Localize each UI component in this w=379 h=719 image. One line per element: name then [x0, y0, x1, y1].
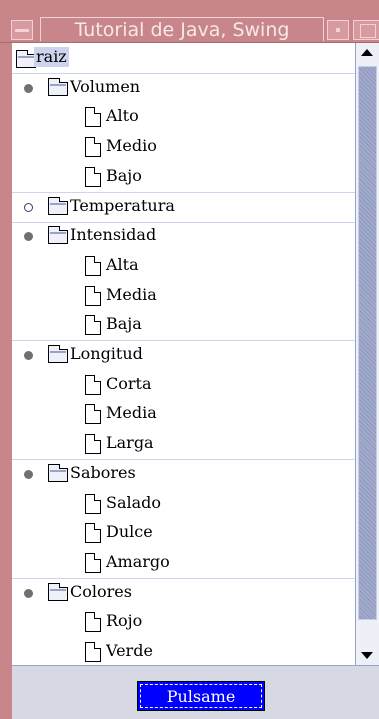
tree-leaf-row[interactable]: Medio [12, 132, 355, 162]
folder-icon [48, 77, 68, 96]
tree-leaf-label: Media [106, 403, 157, 423]
tree-leaf-row[interactable]: Baja [12, 310, 355, 342]
tree-leaf-label: Medio [106, 136, 157, 156]
document-icon [85, 315, 101, 336]
tree-root-label: raiz [34, 47, 69, 67]
tree-node-row[interactable]: Temperatura [12, 192, 355, 223]
document-icon [85, 285, 101, 306]
document-icon [85, 107, 101, 128]
expanded-handle-icon[interactable] [24, 469, 33, 479]
scroll-up-button[interactable] [356, 43, 379, 63]
tree-node-row[interactable]: Longitud [12, 340, 355, 370]
tree-leaf-row[interactable]: Corta [12, 370, 355, 400]
tree-leaf-row[interactable]: Salado [12, 489, 355, 519]
tree-node-row[interactable]: Sabores [12, 459, 355, 489]
tree-leaf-row[interactable]: Amargo [12, 548, 355, 579]
tree-node-label: Sabores [70, 462, 136, 482]
folder-icon [48, 582, 68, 601]
tree-leaf-label: Media [106, 284, 157, 304]
folder-icon [48, 345, 68, 363]
document-icon [85, 434, 101, 455]
folder-icon [48, 196, 68, 215]
scrollbar-thumb[interactable] [358, 66, 377, 620]
folder-icon [16, 50, 36, 68]
tree-leaf-label: Larga [106, 433, 154, 453]
pulsame-button[interactable]: Pulsame [137, 681, 265, 711]
tree-leaf-row[interactable]: Media [12, 281, 355, 311]
tree-leaf-label: Rojo [106, 611, 143, 631]
tree-node-row[interactable]: Volumen [12, 73, 355, 103]
maximize-icon[interactable] [353, 20, 379, 40]
application-window: Tutorial de Java, Swing raiz Volumen Alto M… [0, 0, 379, 719]
tree-leaf-label: Dulce [106, 522, 153, 542]
tree-node-label: Volumen [70, 76, 141, 96]
tree-leaf-label: Baja [106, 314, 142, 334]
tree-leaf-row[interactable]: Dulce [12, 518, 355, 548]
title-bar[interactable]: Tutorial de Java, Swing [0, 0, 379, 43]
document-icon [85, 552, 101, 573]
tree-leaf-row[interactable]: Alta [12, 251, 355, 281]
tree-node-label: Colores [70, 581, 132, 601]
window-menu-icon[interactable] [11, 20, 33, 40]
document-icon [85, 493, 101, 514]
tree-root-row[interactable]: raiz [12, 43, 355, 74]
vertical-scrollbar[interactable] [355, 43, 379, 665]
collapsed-handle-icon[interactable] [24, 202, 33, 212]
document-icon [85, 642, 101, 662]
tree-leaf-row[interactable]: Bajo [12, 162, 355, 193]
expanded-handle-icon[interactable] [24, 588, 33, 598]
tree-leaf-row[interactable]: Verde [12, 637, 355, 665]
tree-leaf-label: Alta [106, 254, 139, 274]
tree-leaf-label: Bajo [106, 165, 142, 185]
expanded-handle-icon[interactable] [24, 232, 33, 242]
document-icon [85, 166, 101, 187]
tree-leaf-label: Salado [106, 492, 162, 512]
folder-icon [48, 463, 68, 482]
window-title: Tutorial de Java, Swing [40, 17, 324, 41]
document-icon [85, 523, 101, 544]
tree-leaf-label: Verde [106, 641, 153, 660]
tree-leaf-label: Alto [106, 106, 139, 126]
scroll-down-button[interactable] [356, 645, 379, 665]
tree-leaf-row[interactable]: Alto [12, 102, 355, 132]
folder-icon [48, 226, 68, 245]
tree-node-label: Temperatura [70, 195, 175, 215]
tree-node-label: Intensidad [70, 225, 157, 245]
minimize-icon[interactable] [327, 20, 349, 40]
tree-leaf-row[interactable]: Rojo [12, 607, 355, 637]
arrow-down-icon [361, 652, 373, 659]
tree-node-row[interactable]: Intensidad [12, 221, 355, 251]
document-icon [85, 255, 101, 276]
button-panel: Pulsame [12, 665, 379, 719]
tree-leaf-label: Corta [106, 373, 152, 393]
tree-leaf-label: Amargo [106, 551, 170, 571]
tree-node-label: Longitud [70, 344, 143, 363]
document-icon [85, 404, 101, 425]
arrow-up-icon [361, 49, 373, 56]
tree-node-row[interactable]: Colores [12, 578, 355, 608]
tree-leaf-row[interactable]: Media [12, 399, 355, 429]
tree-leaf-row[interactable]: Larga [12, 429, 355, 461]
tree-view[interactable]: raiz Volumen Alto Medio Bajo Temperatura Inten… [12, 43, 355, 665]
document-icon [85, 374, 101, 395]
expanded-handle-icon[interactable] [24, 83, 33, 93]
document-icon [85, 612, 101, 633]
document-icon [85, 137, 101, 158]
expanded-handle-icon[interactable] [24, 351, 33, 360]
